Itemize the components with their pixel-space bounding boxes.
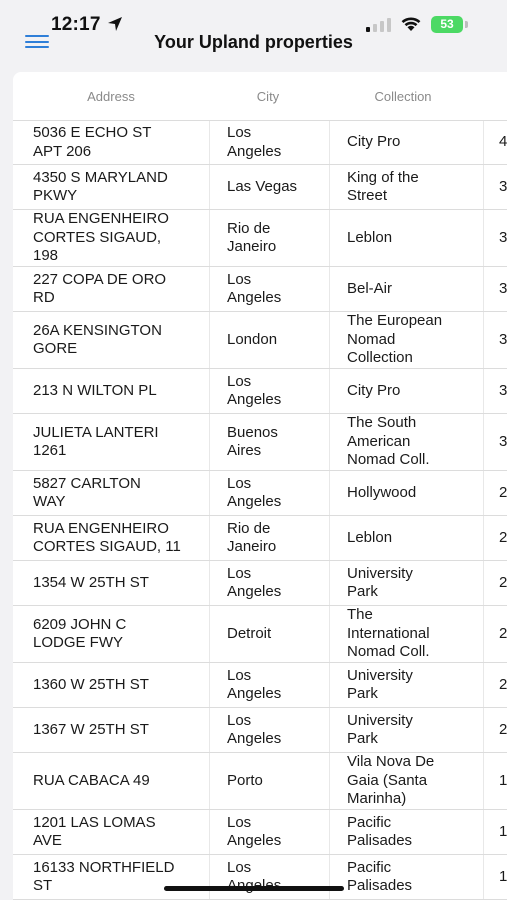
city-cell: Rio de Janeiro — [227, 519, 277, 556]
collection-cell: King of the Street — [347, 168, 419, 205]
city-cell: London — [227, 330, 278, 348]
table-row[interactable]: RUA ENGENHEIRO CORTES SIGAUD, 11 Rio de J… — [13, 516, 507, 561]
page-title: Your Upland properties — [154, 32, 353, 52]
address-cell: 1367 W 25TH ST — [33, 720, 149, 738]
properties-table[interactable]: Address City Collection 5036 E ECHO ST A… — [13, 72, 507, 900]
extra-cell: 2 — [499, 720, 507, 738]
table-row[interactable]: 213 N WILTON PL Los Angeles City Pro 3 — [13, 369, 507, 414]
table-row[interactable]: RUA CABACA 49 Porto Vila Nova De Gaia (San… — [13, 753, 507, 810]
table-row[interactable]: 5036 E ECHO ST APT 206 Los Angeles City Pr… — [13, 120, 507, 165]
table-row[interactable]: 1367 W 25TH ST Los Angeles University Park… — [13, 708, 507, 753]
battery-level: 53 — [440, 17, 454, 31]
extra-cell: 3 — [499, 228, 507, 246]
collection-cell: Hollywood — [347, 483, 417, 501]
extra-cell: 3 — [499, 330, 507, 348]
extra-cell: 2 — [499, 624, 507, 642]
extra-cell: 3 — [499, 432, 507, 450]
app-header: Your Upland properties — [0, 30, 507, 64]
collection-cell: City Pro — [347, 133, 401, 151]
address-cell: 1360 W 25TH ST — [33, 675, 149, 693]
collection-cell: Leblon — [347, 528, 393, 546]
table-header: Address City Collection — [13, 72, 507, 120]
address-cell: 26A KENSINGTON GORE — [33, 321, 162, 358]
extra-cell: 1 — [499, 771, 507, 789]
city-cell: Los Angeles — [227, 372, 282, 409]
city-cell: Buenos Aires — [227, 423, 278, 460]
collection-cell: City Pro — [347, 381, 401, 399]
table-row[interactable]: 26A KENSINGTON GORE London The European No… — [13, 312, 507, 369]
extra-cell: 2 — [499, 675, 507, 693]
table-row[interactable]: 1201 LAS LOMAS AVE Los Angeles Pacific Pal… — [13, 810, 507, 855]
extra-cell: 1 — [499, 867, 507, 885]
extra-cell: 1 — [499, 822, 507, 840]
city-cell: Los Angeles — [227, 270, 282, 307]
address-cell: RUA ENGENHEIRO CORTES SIGAUD, 11 — [33, 519, 181, 556]
address-cell: 5036 E ECHO ST APT 206 — [33, 124, 152, 160]
table-row[interactable]: 6209 JOHN C LODGE FWY Detroit The Internat… — [13, 606, 507, 663]
collection-cell: Pacific Palisades — [347, 858, 413, 895]
address-cell: 1354 W 25TH ST — [33, 573, 149, 591]
collection-cell: The International Nomad Coll. — [347, 606, 430, 661]
city-cell: Los Angeles — [227, 858, 281, 895]
city-cell: Rio de Janeiro — [227, 219, 277, 256]
extra-cell: 2 — [499, 528, 507, 546]
city-cell: Los Angeles — [227, 666, 282, 703]
extra-cell: 3 — [499, 381, 507, 399]
address-cell: 5827 CARLTON WAY — [33, 474, 141, 511]
extra-cell: 4 — [499, 133, 507, 151]
collection-cell: Bel-Air — [347, 279, 393, 297]
address-cell: 16133 NORTHFIELD ST — [33, 858, 175, 895]
address-cell: RUA CABACA 49 — [33, 771, 150, 789]
extra-cell: 3 — [499, 177, 507, 195]
collection-cell: Leblon — [347, 228, 393, 246]
table-row[interactable]: 1360 W 25TH ST Los Angeles University Park… — [13, 663, 507, 708]
city-cell: Los Angeles — [227, 124, 282, 160]
address-cell: 213 N WILTON PL — [33, 381, 157, 399]
city-cell: Los Angeles — [227, 711, 282, 748]
collection-cell: University Park — [347, 564, 413, 601]
city-cell: Las Vegas — [227, 177, 298, 195]
collection-cell: The European Nomad Collection — [347, 312, 443, 367]
table-row[interactable]: 5827 CARLTON WAY Los Angeles Hollywood 2 — [13, 471, 507, 516]
table-row[interactable]: 227 COPA DE ORO RD Los Angeles Bel-Air 3 — [13, 267, 507, 312]
address-cell: RUA ENGENHEIRO CORTES SIGAUD, 198 — [33, 210, 169, 265]
extra-cell: 2 — [499, 483, 507, 501]
collection-cell: University Park — [347, 711, 413, 748]
city-cell: Los Angeles — [227, 474, 282, 511]
address-cell: JULIETA LANTERI 1261 — [33, 423, 159, 460]
city-cell: Los Angeles — [227, 564, 282, 601]
city-cell: Porto — [227, 771, 263, 789]
extra-cell: 3 — [499, 279, 507, 297]
address-cell: 1201 LAS LOMAS AVE — [33, 813, 156, 850]
address-cell: 4350 S MARYLAND PKWY — [33, 168, 168, 205]
table-row[interactable]: JULIETA LANTERI 1261 Buenos Aires The Sout… — [13, 414, 507, 471]
city-cell: Detroit — [227, 624, 272, 642]
home-indicator[interactable] — [164, 886, 344, 891]
table-row[interactable]: 4350 S MARYLAND PKWY Las Vegas King of the… — [13, 165, 507, 210]
battery-tip — [465, 21, 468, 28]
collection-cell: The South American Nomad Coll. — [347, 414, 430, 469]
table-row[interactable]: 1354 W 25TH ST Los Angeles University Park… — [13, 561, 507, 606]
address-cell: 6209 JOHN C LODGE FWY — [33, 615, 127, 652]
table-row[interactable]: RUA ENGENHEIRO CORTES SIGAUD, 198 Rio de … — [13, 210, 507, 267]
collection-cell: University Park — [347, 666, 413, 703]
city-cell: Los Angeles — [227, 813, 282, 850]
address-cell: 227 COPA DE ORO RD — [33, 270, 167, 307]
extra-cell: 2 — [499, 573, 507, 591]
column-header-collection[interactable]: Collection — [347, 89, 459, 104]
collection-cell: Vila Nova De Gaia (Santa Marinha) — [347, 753, 435, 808]
collection-cell: Pacific Palisades — [347, 813, 413, 850]
table-row[interactable]: 16133 NORTHFIELD ST Los Angeles Pacific Pa… — [13, 855, 507, 900]
column-header-address[interactable]: Address — [33, 89, 189, 104]
column-header-city[interactable]: City — [227, 89, 309, 104]
